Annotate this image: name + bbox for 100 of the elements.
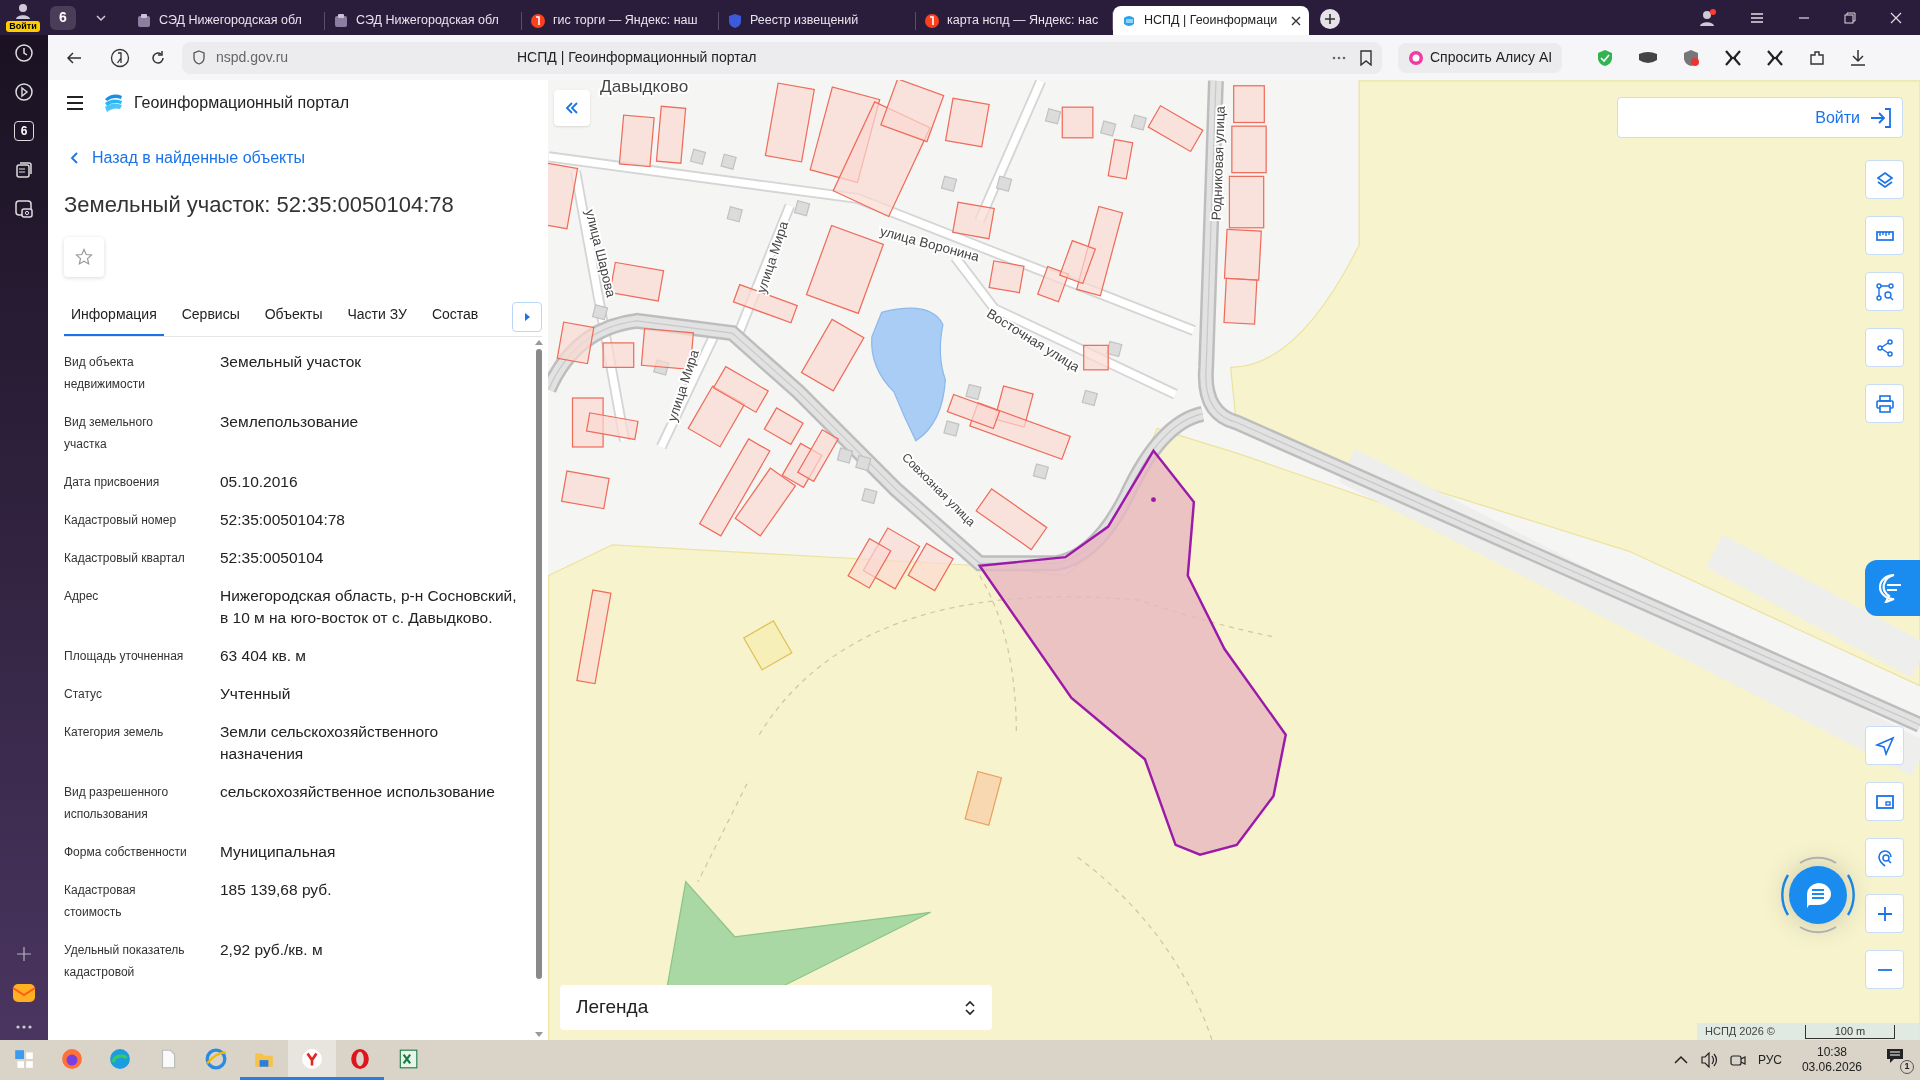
spreadsheet-icon[interactable]: [397, 1047, 419, 1070]
notes-icon[interactable]: [14, 160, 34, 180]
scrollbar-thumb[interactable]: [536, 349, 542, 979]
more-icon[interactable]: [1332, 55, 1346, 60]
address-bar[interactable]: nspd.gov.ru НСПД | Геоинформационный портал: [182, 41, 1382, 74]
building: [793, 199, 811, 217]
building: [1032, 463, 1050, 480]
panel-tab[interactable]: Информация: [64, 294, 164, 336]
shield-check-icon[interactable]: [1596, 48, 1615, 67]
panel-tab[interactable]: Сервисы: [174, 294, 247, 336]
close-window-icon[interactable]: [1890, 11, 1902, 24]
building: [855, 454, 872, 472]
minimap-button[interactable]: [1865, 782, 1904, 821]
field-label: Кадастровый номер: [64, 512, 178, 529]
scroll-tabs-button[interactable]: [512, 302, 542, 332]
field-label: Вид земельного участка: [64, 414, 154, 453]
browser-tab[interactable]: НСПД | Геоинформаци: [1113, 6, 1309, 35]
chevron-left-icon: [70, 152, 78, 164]
page-title: НСПД | Геоинформационный портал: [517, 48, 757, 67]
legend-toggle[interactable]: Легенда: [560, 985, 992, 1030]
screenshot-icon[interactable]: [14, 199, 34, 219]
area-search-button[interactable]: [1865, 272, 1904, 311]
layers-button[interactable]: [1865, 160, 1904, 199]
download-icon[interactable]: [1850, 48, 1867, 67]
extension-icon[interactable]: [1766, 48, 1785, 67]
bookmark-icon[interactable]: [1360, 49, 1372, 66]
village-label: Давыдково: [600, 80, 689, 96]
building: [1044, 108, 1062, 125]
ask-alice-button[interactable]: Спросить Алису AI: [1398, 42, 1563, 73]
browser-icon[interactable]: [301, 1047, 323, 1070]
measure-button[interactable]: [1865, 216, 1904, 255]
tab-count-button[interactable]: 6: [50, 5, 76, 30]
speaker-icon[interactable]: [1699, 1052, 1718, 1068]
account-icon[interactable]: [1698, 8, 1716, 27]
browser-icon[interactable]: [205, 1047, 227, 1070]
building: [591, 304, 609, 321]
building: [861, 487, 878, 505]
input-language[interactable]: РУС: [1757, 1051, 1782, 1069]
street-label: улица Мира: [664, 348, 702, 424]
clock-time[interactable]: 10:38: [1816, 1045, 1847, 1060]
clock-date[interactable]: 03.06.2026: [1801, 1060, 1862, 1075]
back-icon[interactable]: [66, 49, 82, 66]
back-link[interactable]: Назад в найденные объекты: [70, 146, 306, 170]
yandex-icon[interactable]: [110, 47, 130, 68]
land-parcel: [1083, 344, 1109, 371]
field-label: Форма собственности: [64, 844, 188, 861]
extension-icon[interactable]: [1724, 48, 1743, 67]
scroll-down-icon[interactable]: [535, 1032, 543, 1038]
portal-title: Геоинформационный портал: [134, 92, 350, 113]
panel-tab[interactable]: Части ЗУ: [340, 294, 414, 336]
menu-icon[interactable]: [66, 95, 84, 110]
assistant-tab-button[interactable]: [1865, 560, 1920, 616]
browser-tab[interactable]: СЭД Нижегородская обл: [325, 6, 521, 35]
caret-right-icon: [524, 313, 530, 321]
land-parcel: [556, 321, 595, 365]
field-value: Нижегородская область, р-н Сосновский, в 10 м на юго-восток от с. Давыдково.: [220, 586, 518, 628]
field-value: Учтенный: [220, 684, 292, 704]
reload-icon[interactable]: [150, 49, 166, 66]
panel-tab[interactable]: Состав: [424, 294, 486, 336]
browser-icon[interactable]: [61, 1047, 83, 1070]
new-tab-icon[interactable]: [1319, 7, 1341, 30]
street-label: улица Мира: [753, 219, 792, 295]
minus-icon: [1877, 968, 1892, 971]
browser-tab[interactable]: карта нспд — Яндекс: нас: [916, 6, 1112, 35]
restore-icon[interactable]: [1844, 11, 1856, 24]
coordinate-search-button[interactable]: [1865, 838, 1904, 877]
sign-in-badge[interactable]: Войти: [6, 21, 40, 32]
collapse-panel-button[interactable]: [554, 90, 590, 126]
building: [720, 153, 737, 170]
camera-icon[interactable]: [1729, 1052, 1746, 1068]
favicon-icon: [333, 12, 349, 29]
extensions-icon[interactable]: [1808, 48, 1827, 67]
building: [689, 148, 707, 165]
mail-icon[interactable]: [12, 981, 36, 1005]
profile-icon[interactable]: [14, 2, 32, 20]
chevron-up-icon[interactable]: [1673, 1055, 1688, 1065]
browser-tab[interactable]: СЭД Нижегородская обл: [128, 6, 324, 35]
start-icon[interactable]: [13, 1047, 35, 1070]
login-button[interactable]: Войти: [1617, 97, 1903, 138]
close-icon[interactable]: [1291, 15, 1301, 26]
field-label: Категория земель: [64, 724, 165, 741]
tabs-count-badge[interactable]: 6: [14, 121, 34, 141]
print-button[interactable]: [1865, 384, 1904, 423]
selected-parcel[interactable]: [977, 448, 1288, 856]
more-icon[interactable]: [16, 1024, 32, 1030]
zoom-in-button[interactable]: [1865, 894, 1904, 933]
portal-logo-icon: [102, 92, 124, 113]
notification-icon[interactable]: [1886, 1048, 1904, 1064]
share-button[interactable]: [1865, 328, 1904, 367]
field-label: Кадастровый квартал: [64, 550, 186, 567]
browser-tab[interactable]: Реестр извещений: [719, 6, 915, 35]
panel-tab[interactable]: Объекты: [257, 294, 330, 336]
history-icon[interactable]: [14, 43, 34, 63]
browser-icon[interactable]: [349, 1047, 371, 1070]
extension-icon[interactable]: [1638, 50, 1659, 65]
locate-button[interactable]: [1865, 726, 1904, 765]
play-icon[interactable]: [14, 82, 34, 102]
add-icon[interactable]: [16, 946, 32, 962]
browser-tab[interactable]: гис торги — Яндекс: наш: [522, 6, 718, 35]
scroll-up-icon[interactable]: [535, 339, 543, 345]
